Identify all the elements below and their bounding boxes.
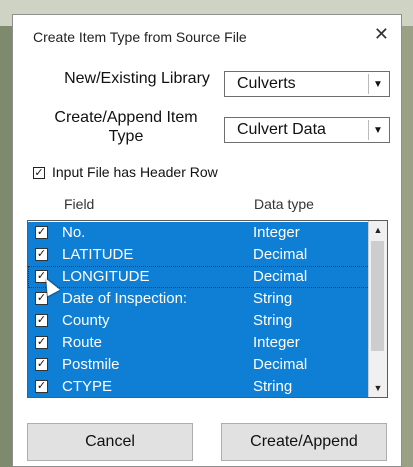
table-row[interactable]: ✓ LONGITUDE Decimal [28,266,370,288]
field-name: No. [62,224,86,241]
field-type: String [253,312,293,329]
field-type: String [253,290,293,307]
table-row[interactable]: ✓ County String [28,310,370,332]
field-rows: ✓ No. Integer ✓ LATITUDE Decimal ✓ LONGITUDE Dec… [28,222,370,397]
field-name: County [62,312,110,329]
scroll-down-icon[interactable]: ▼ [369,379,387,397]
field-name: Route [62,334,103,351]
field-name: LATITUDE [62,246,134,263]
background-map-right [401,26,413,467]
field-list[interactable]: ✓ No. Integer ✓ LATITUDE Decimal ✓ LONGITUDE Dec… [27,220,388,398]
table-row[interactable]: ✓ CTYPE String [28,376,370,397]
field-name: CTYPE [62,378,113,395]
list-scrollbar[interactable]: ▲ ▼ [368,221,387,397]
field-type: String [253,378,293,395]
header-row-label: Input File has Header Row [52,164,218,180]
field-name: Postmile [62,356,120,373]
field-name: Date of Inspection: [62,290,188,307]
field-column-header: Field [64,196,95,212]
row-checkbox[interactable]: ✓ [35,336,48,349]
cancel-button[interactable]: Cancel [27,423,193,461]
create-append-button[interactable]: Create/Append [221,423,387,461]
library-select[interactable]: Culverts ▼ [224,71,390,97]
item-type-label: Create/Append Item Type [37,108,215,146]
create-item-type-dialog: Create Item Type from Source File ✕ New/… [12,14,402,467]
library-value: Culverts [237,75,296,92]
chevron-down-icon[interactable]: ▼ [368,74,387,94]
background-map-left [0,26,12,467]
header-row-checkbox[interactable]: ✓ [33,167,45,179]
table-row[interactable]: ✓ Route Integer [28,332,370,354]
data-type-column-header: Data type [254,196,314,212]
table-row[interactable]: ✓ LATITUDE Decimal [28,244,370,266]
field-type: Decimal [253,268,308,285]
field-name: LONGITUDE [62,268,150,285]
item-type-value: Culvert Data [237,121,326,138]
table-row[interactable]: ✓ No. Integer [28,222,370,244]
table-row[interactable]: ✓ Date of Inspection: String [28,288,370,310]
row-checkbox[interactable]: ✓ [35,226,48,239]
chevron-down-icon[interactable]: ▼ [368,120,387,140]
row-checkbox[interactable]: ✓ [35,358,48,371]
field-type: Decimal [253,246,308,263]
scroll-thumb[interactable] [371,241,384,351]
row-checkbox[interactable]: ✓ [35,248,48,261]
close-icon[interactable]: ✕ [374,24,389,45]
row-checkbox[interactable]: ✓ [35,314,48,327]
row-checkbox[interactable]: ✓ [35,380,48,393]
table-row[interactable]: ✓ Postmile Decimal [28,354,370,376]
item-type-select[interactable]: Culvert Data ▼ [224,117,390,143]
field-type: Decimal [253,356,308,373]
scroll-up-icon[interactable]: ▲ [369,221,387,239]
item-type-label-line1: Create/Append Item [54,109,198,126]
field-type: Integer [253,224,300,241]
library-label: New/Existing Library [64,70,210,87]
dialog-title: Create Item Type from Source File [33,29,247,45]
item-type-label-line2: Type [108,128,144,145]
field-type: Integer [253,334,300,351]
